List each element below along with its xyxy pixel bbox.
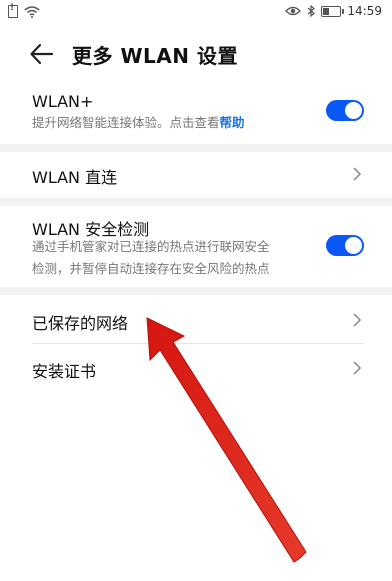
wlan-direct-title: WLAN 直连 [32, 168, 118, 187]
arrow-left-icon[interactable] [28, 40, 56, 68]
status-time: 14:59 [347, 4, 382, 18]
eye-icon [285, 6, 302, 16]
install-cert-title: 安装证书 [32, 362, 97, 381]
toggle-knob [345, 237, 362, 254]
saved-networks-row[interactable]: 已保存的网络 [0, 295, 392, 343]
wlan-security-description: 通过手机管家对已连接的热点进行联网安全 检测，并暂停自动连接存在安全风险的热点 [32, 236, 270, 280]
wlan-plus-title: WLAN+ [32, 92, 94, 111]
wlan-plus-toggle[interactable] [326, 100, 364, 121]
chevron-right-icon [353, 361, 362, 375]
page-title: 更多 WLAN 设置 [72, 44, 238, 68]
wlan-plus-description: 提升网络智能连接体验。点击查看帮助 [32, 112, 245, 134]
wlan-security-description-line1: 通过手机管家对已连接的热点进行联网安全 [32, 239, 270, 254]
saved-networks-title: 已保存的网络 [32, 314, 129, 333]
wlan-plus-description-text: 提升网络智能连接体验。点击查看 [32, 115, 220, 130]
wlan-security-row[interactable]: WLAN 安全检测 通过手机管家对已连接的热点进行联网安全 检测，并暂停自动连接… [0, 206, 392, 282]
toggle-knob [345, 102, 362, 119]
wlan-security-toggle[interactable] [326, 235, 364, 256]
section-divider [0, 198, 392, 206]
bluetooth-icon [308, 5, 316, 17]
help-link[interactable]: 帮助 [220, 115, 245, 130]
wlan-plus-row[interactable]: WLAN+ 提升网络智能连接体验。点击查看帮助 [0, 86, 392, 142]
section-divider [0, 144, 392, 152]
header: 更多 WLAN 设置 [0, 30, 392, 78]
sim-alert-icon [8, 3, 18, 18]
status-left [8, 3, 40, 18]
chevron-right-icon [353, 167, 362, 181]
install-cert-row[interactable]: 安装证书 [0, 344, 392, 392]
battery-icon [321, 5, 345, 17]
status-bar: 14:59 [0, 0, 392, 26]
wlan-security-description-line2: 检测，并暂停自动连接存在安全风险的热点 [32, 261, 270, 276]
chevron-right-icon [353, 313, 362, 327]
wlan-direct-row[interactable]: WLAN 直连 [0, 152, 392, 194]
section-divider [0, 287, 392, 295]
status-right: 14:59 [285, 4, 382, 18]
wifi-icon [24, 5, 40, 18]
